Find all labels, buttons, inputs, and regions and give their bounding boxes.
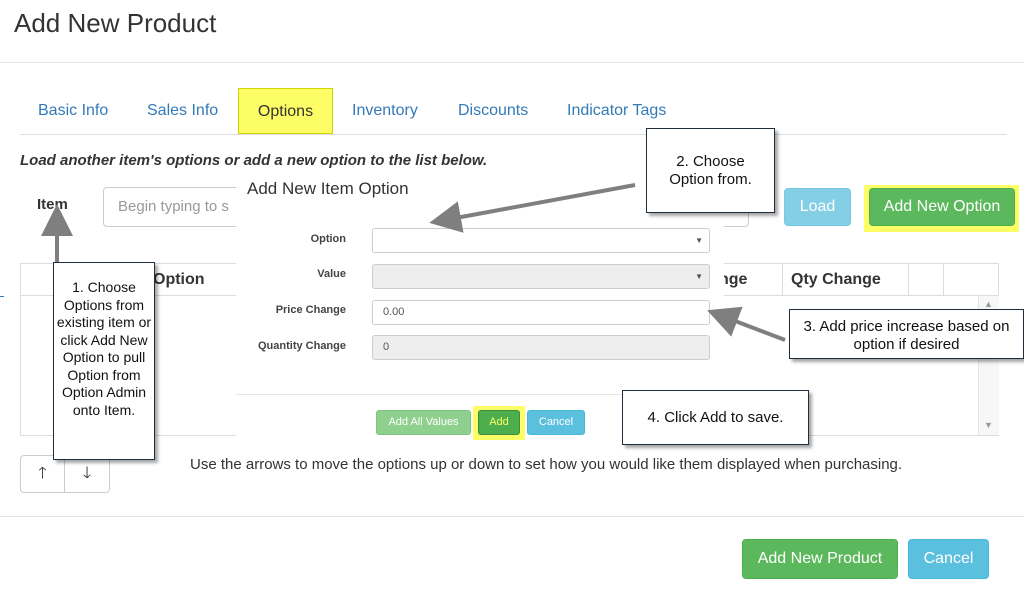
callout-2-arrow	[429, 183, 636, 233]
callout-2: 2. Choose Option from.	[646, 128, 775, 213]
callout-3-arrow	[707, 306, 786, 342]
callout-3: 3. Add price increase based on option if…	[789, 309, 1024, 359]
callout-1: 1. Choose Options from existing item or …	[53, 262, 155, 460]
callout-4: 4. Click Add to save.	[622, 390, 809, 445]
